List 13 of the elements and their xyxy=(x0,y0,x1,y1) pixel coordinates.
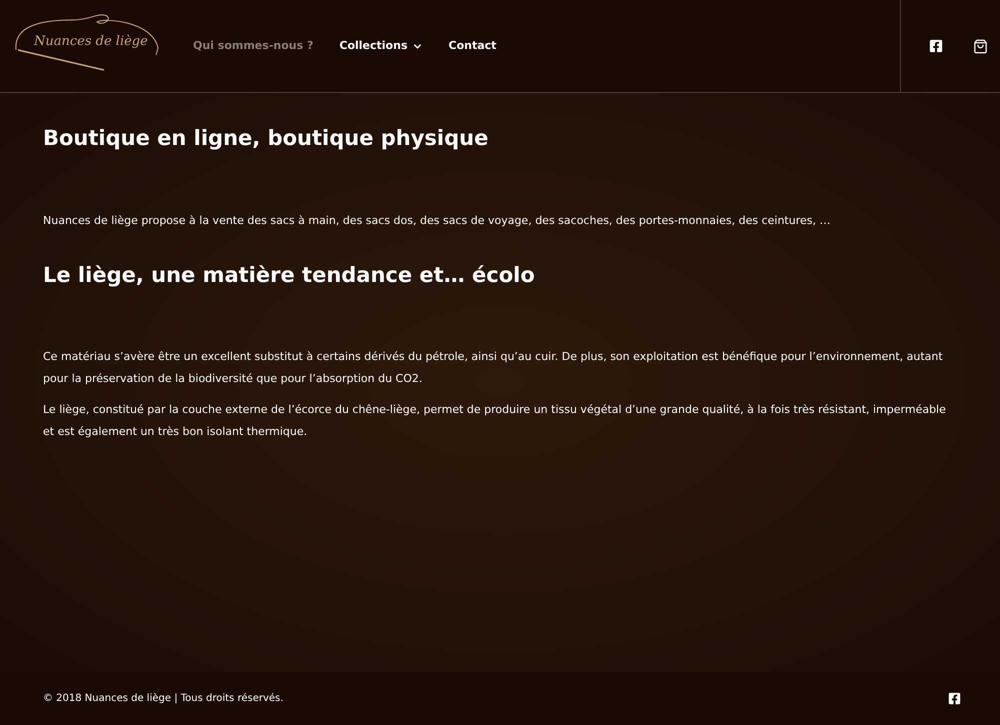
nav-link[interactable]: Collections xyxy=(339,38,422,54)
facebook-icon[interactable] xyxy=(948,692,961,705)
section-heading: Le liège, une matière tendance et… écolo xyxy=(43,262,536,288)
logo-text[interactable]: Nuances de liège xyxy=(34,32,148,52)
facebook-icon[interactable] xyxy=(929,39,943,53)
body-paragraph: Nuances de liège propose à la vente des sacs à main, des sacs dos, des sacs de voyage, des sacoches, des portes-monnaies, des ceintures, … xyxy=(43,212,832,228)
shopping-bag-icon[interactable] xyxy=(973,38,988,54)
body-paragraph: Ce matériau s’avère être un excellent substitut à certains dérivés du pétrole, ainsi qu’au cuir. De plus, son exploitation est bénéfique pour l’environnement, autant pour la préservation de la biodiversité que pour l’absorption du CO2. xyxy=(43,349,944,387)
body-paragraph: Le liège, constitué par la couche externe de l’écorce du chêne-liège, permet de produire un tissu végétal d’une grande qualité, à la fois très résistant, imperméable et est également un très bon isolant thermique. xyxy=(43,402,947,440)
nav-link[interactable]: Contact xyxy=(448,38,496,54)
copyright-text: © 2018 Nuances de liège | Tous droits réservés. xyxy=(43,692,284,706)
section-heading: Boutique en ligne, boutique physique xyxy=(43,125,490,152)
nav-link[interactable]: Qui sommes-nous ? xyxy=(193,38,314,54)
